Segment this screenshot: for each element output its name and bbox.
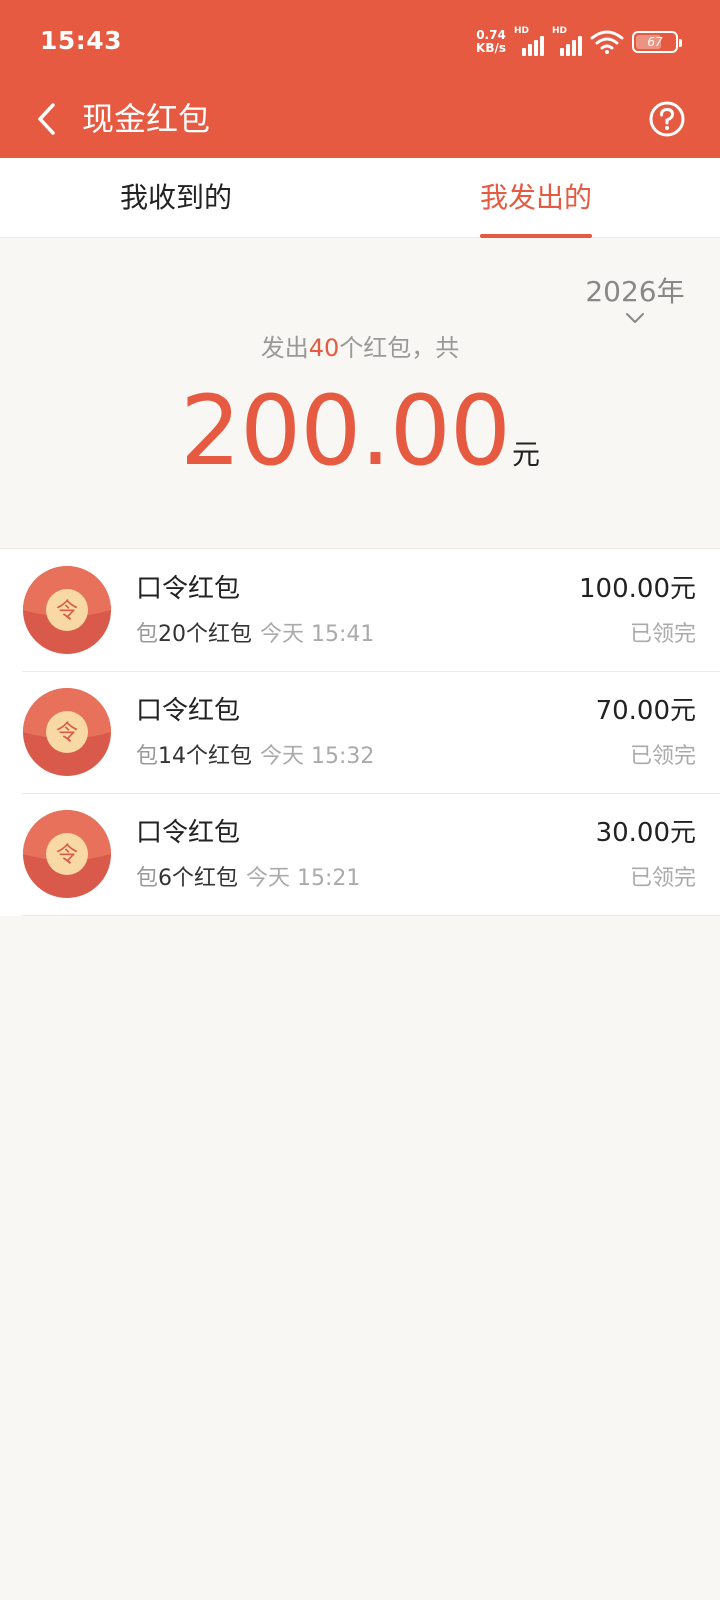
svg-text:令: 令 xyxy=(56,843,78,868)
packet-amount: 30.00元 xyxy=(595,818,696,848)
sim2-signal-icon: HD xyxy=(552,26,582,56)
red-packet-list: 令 口令红包 包20个红包 今天 15:41 100.00元 已领完 令 口令红包… xyxy=(0,548,720,916)
year-value: 2026年 xyxy=(585,275,685,308)
summary-prefix: 发出 xyxy=(260,334,309,362)
packet-detail: 包20个红包 今天 15:41 xyxy=(136,619,374,651)
summary-count: 40 xyxy=(308,334,340,362)
help-button[interactable] xyxy=(642,94,692,144)
back-button[interactable] xyxy=(26,94,66,144)
page-title: 现金红包 xyxy=(82,100,211,138)
chevron-left-icon xyxy=(38,103,55,135)
status-bar: 15:43 0.74 KB/s HD HD 67 xyxy=(0,0,720,80)
sent-summary: 2026年 发出40个红包，共 200.00元 xyxy=(0,238,720,548)
packet-detail-prefix: 包 xyxy=(136,866,159,891)
total-amount: 200.00 xyxy=(180,375,511,487)
packet-status: 已领完 xyxy=(629,622,696,647)
summary-suffix: 个红包，共 xyxy=(339,334,460,362)
tab-bar: 我收到的 我发出的 xyxy=(0,158,720,238)
packet-type: 口令红包 xyxy=(136,696,241,726)
packet-status: 已领完 xyxy=(629,744,696,769)
packet-count: 14个红包 xyxy=(158,744,253,769)
packet-count: 6个红包 xyxy=(158,866,239,891)
svg-text:令: 令 xyxy=(56,721,78,746)
chevron-down-icon xyxy=(626,313,644,323)
packet-type: 口令红包 xyxy=(136,574,241,604)
summary-text: 发出40个红包，共 xyxy=(0,330,720,366)
sim1-hd-label: HD xyxy=(514,26,530,36)
total-unit: 元 xyxy=(511,438,540,471)
red-packet-icon: 令 xyxy=(23,566,111,654)
packet-time: 今天 15:32 xyxy=(260,744,375,769)
question-circle-icon xyxy=(649,101,685,137)
sim1-signal-icon: HD xyxy=(514,26,544,56)
sim2-hd-label: HD xyxy=(552,26,568,36)
status-time: 15:43 xyxy=(40,26,123,55)
tab-sent-label: 我发出的 xyxy=(480,181,593,214)
red-packet-icon: 令 xyxy=(23,810,111,898)
year-picker[interactable]: 2026年 xyxy=(580,274,690,324)
packet-time: 今天 15:41 xyxy=(260,622,375,647)
packet-time: 今天 15:21 xyxy=(246,866,361,891)
list-item[interactable]: 令 口令红包 包20个红包 今天 15:41 100.00元 已领完 xyxy=(0,549,720,671)
packet-detail: 包6个红包 今天 15:21 xyxy=(136,863,360,895)
network-speed-unit: KB/s xyxy=(476,41,506,55)
packet-detail-prefix: 包 xyxy=(136,744,159,769)
packet-amount: 70.00元 xyxy=(595,696,696,726)
app-header: 15:43 0.74 KB/s HD HD 67 现金红包 xyxy=(0,0,720,158)
network-speed: 0.74 KB/s xyxy=(476,29,506,55)
wifi-icon xyxy=(590,30,624,54)
packet-count: 20个红包 xyxy=(158,622,253,647)
tab-received[interactable]: 我收到的 xyxy=(120,158,232,238)
packet-amount: 100.00元 xyxy=(579,574,696,604)
battery-level: 67 xyxy=(647,35,663,49)
summary-total: 200.00元 xyxy=(0,376,720,486)
battery-icon: 67 xyxy=(632,31,682,53)
red-packet-icon: 令 xyxy=(23,688,111,776)
packet-detail: 包14个红包 今天 15:32 xyxy=(136,741,374,773)
packet-status: 已领完 xyxy=(629,866,696,891)
status-icons: 0.74 KB/s HD HD 67 xyxy=(476,24,682,60)
svg-text:令: 令 xyxy=(56,599,78,624)
nav-bar: 现金红包 xyxy=(0,80,720,158)
packet-type: 口令红包 xyxy=(136,818,241,848)
list-item[interactable]: 令 口令红包 包6个红包 今天 15:21 30.00元 已领完 xyxy=(0,793,720,915)
list-item[interactable]: 令 口令红包 包14个红包 今天 15:32 70.00元 已领完 xyxy=(0,671,720,793)
packet-detail-prefix: 包 xyxy=(136,622,159,647)
tab-sent[interactable]: 我发出的 xyxy=(480,158,593,238)
